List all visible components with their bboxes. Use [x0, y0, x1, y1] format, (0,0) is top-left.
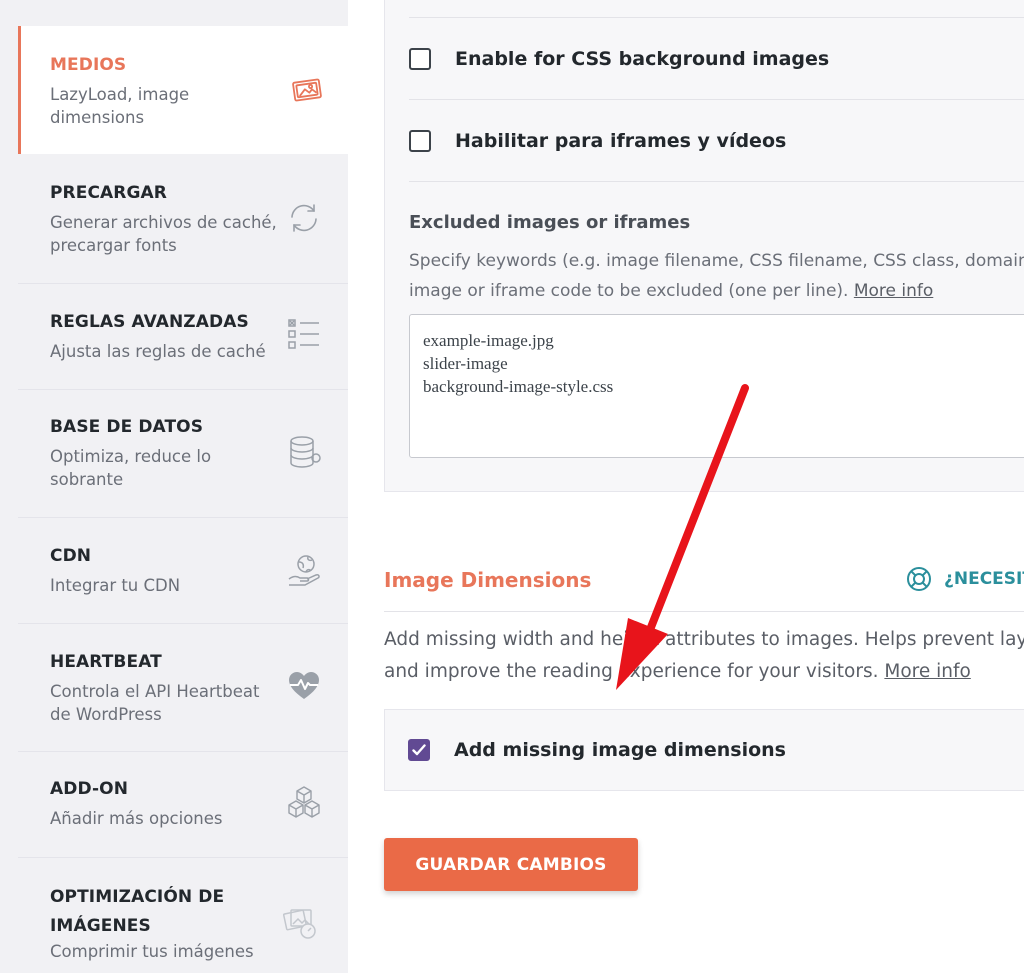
media-icon	[287, 70, 327, 110]
excluded-keywords-textarea[interactable]: example-image.jpg slider-image background-…	[409, 314, 1024, 458]
missing-dimensions-option[interactable]: Add missing image dimensions	[408, 739, 786, 761]
sidebar-item-title: ADD-ON	[50, 779, 129, 799]
sidebar-item-desc: Generar archivos de caché, precargar fon…	[50, 213, 277, 255]
image-dimensions-desc: Add missing width and height attributes …	[384, 624, 1024, 688]
database-icon	[284, 432, 324, 472]
textarea-line: example-image.jpg	[423, 331, 554, 350]
globe-hand-icon	[284, 550, 324, 590]
sidebar-item-desc: Ajusta las reglas de caché	[50, 342, 266, 361]
css-background-checkbox[interactable]	[409, 48, 431, 70]
textarea-line: slider-image	[423, 354, 508, 373]
more-info-link[interactable]: More info	[854, 281, 933, 301]
sidebar-item-desc: Integrar tu CDN	[50, 576, 181, 595]
divider	[409, 17, 1024, 18]
css-background-option[interactable]: Enable for CSS background images	[409, 48, 829, 70]
sidebar-item-title: BASE DE DATOS	[50, 417, 204, 437]
sidebar-item-desc: LazyLoad, image dimensions	[50, 85, 190, 127]
sidebar-item-title: OPTIMIZACIÓN DE IMÁGENES	[50, 887, 225, 936]
need-help-link[interactable]: ¿NECESITA	[906, 566, 1024, 592]
need-help-label[interactable]: ¿NECESITA	[944, 569, 1024, 589]
sidebar-item-cdn[interactable]: CDN Integrar tu CDN	[18, 518, 348, 624]
sidebar-item-title: REGLAS AVANZADAS	[50, 312, 249, 332]
sidebar-item-desc: Comprimir tus imágenes	[50, 942, 254, 961]
checkmark-icon	[412, 744, 426, 756]
sidebar-item-desc: Controla el API Heartbeat de WordPress	[50, 682, 260, 724]
cubes-icon	[284, 782, 324, 822]
sidebar-item-add-on[interactable]: ADD-ON Añadir más opciones	[18, 752, 348, 858]
divider	[409, 99, 1024, 100]
textarea-line: background-image-style.css	[423, 377, 614, 396]
more-info-link[interactable]: More info	[884, 661, 970, 682]
heartbeat-icon	[284, 666, 324, 706]
sidebar-item-optimizacion-imagenes[interactable]: OPTIMIZACIÓN DE IMÁGENES Comprimir tus i…	[18, 858, 348, 973]
css-background-label[interactable]: Enable for CSS background images	[455, 48, 829, 70]
desc-text: Add missing width and height attributes …	[384, 629, 1024, 650]
help-text: Specify keywords (e.g. image filename, C…	[409, 251, 1024, 271]
sidebar-item-title: HEARTBEAT	[50, 652, 162, 672]
iframes-option[interactable]: Habilitar para iframes y vídeos	[409, 130, 786, 152]
sidebar-item-title: CDN	[50, 546, 92, 566]
save-changes-button[interactable]: GUARDAR CAMBIOS	[384, 838, 638, 891]
textarea-content: example-image.jpg slider-image background-…	[423, 329, 1024, 398]
missing-dimensions-checkbox[interactable]	[408, 739, 430, 761]
image-dimensions-panel: Add missing image dimensions	[384, 709, 1024, 791]
excluded-field-title: Excluded images or iframes	[409, 212, 691, 233]
image-dimensions-title: Image Dimensions	[384, 568, 592, 592]
desc-text: and improve the reading experience for y…	[384, 661, 885, 682]
sidebar-item-heartbeat[interactable]: HEARTBEAT Controla el API Heartbeat de W…	[18, 624, 348, 752]
help-text: image or iframe code to be excluded (one…	[409, 281, 854, 301]
sidebar-item-desc: Añadir más opciones	[50, 809, 223, 828]
divider	[384, 611, 1024, 612]
divider	[409, 181, 1024, 182]
sidebar-item-desc: Optimiza, reduce lo sobrante	[50, 447, 212, 489]
sidebar-item-precargar[interactable]: PRECARGAR Generar archivos de caché, pre…	[18, 154, 348, 284]
refresh-icon	[284, 198, 324, 238]
iframes-checkbox[interactable]	[409, 130, 431, 152]
sidebar-item-base-de-datos[interactable]: BASE DE DATOS Optimiza, reduce lo sobran…	[18, 390, 348, 518]
iframes-label[interactable]: Habilitar para iframes y vídeos	[455, 130, 786, 152]
excluded-field-help: Specify keywords (e.g. image filename, C…	[409, 246, 1024, 306]
settings-sidebar: MEDIOS LazyLoad, image dimensions PRECAR…	[0, 0, 348, 973]
sidebar-item-medios[interactable]: MEDIOS LazyLoad, image dimensions	[18, 26, 348, 154]
lazyload-options-panel: Enable for CSS background images Habilit…	[384, 0, 1024, 492]
sidebar-item-reglas-avanzadas[interactable]: REGLAS AVANZADAS Ajusta las reglas de ca…	[18, 284, 348, 390]
sidebar-item-title: MEDIOS	[50, 55, 127, 75]
sidebar-item-title: PRECARGAR	[50, 183, 167, 203]
main-content: Enable for CSS background images Habilit…	[348, 0, 1024, 973]
checklist-icon	[284, 314, 324, 354]
lifebuoy-icon	[907, 567, 931, 591]
missing-dimensions-label[interactable]: Add missing image dimensions	[454, 739, 786, 761]
image-optimization-icon	[280, 902, 320, 942]
